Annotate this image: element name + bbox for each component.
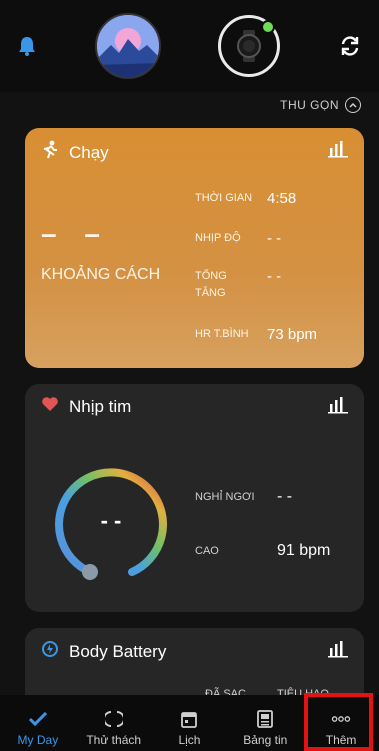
nav-more[interactable]: Thêm [309, 709, 373, 747]
connected-indicator [261, 20, 275, 34]
nav-calendar[interactable]: Lịch [157, 709, 221, 747]
stat-ascent: TỔNG TĂNG - - [195, 268, 281, 302]
stat-value: - - [267, 268, 282, 285]
check-icon [28, 709, 48, 729]
stat-value: 4:58 [267, 190, 297, 207]
run-card-title: Chạy [69, 142, 109, 162]
news-icon [255, 709, 275, 729]
stat-pace: NHỊP ĐỘ - - [195, 230, 281, 247]
bottom-nav: My Day Thử thách Lịch Bảng tin Thêm [0, 695, 379, 751]
stat-label: TỔNG TĂNG [195, 270, 227, 299]
watch-icon [237, 30, 261, 62]
more-icon [331, 709, 351, 729]
nav-news-feed[interactable]: Bảng tin [233, 709, 297, 747]
run-card-header: Chạy [41, 140, 109, 165]
heart-card-title: Nhịp tim [69, 396, 132, 416]
running-icon [41, 140, 59, 165]
hr-stat-label: NGHỈ NGƠI [195, 491, 255, 503]
heart-rate-current: - - [100, 508, 122, 533]
collapse-label: THU GỌN [280, 98, 339, 112]
app-screen: THU GỌN Chạy – – KHOẢNG CÁCH THỜI GIAN 4… [0, 0, 379, 751]
hr-stat-label: CAO [195, 545, 219, 557]
bell-icon[interactable] [16, 35, 38, 57]
sync-icon[interactable] [337, 33, 363, 59]
resting-hr: NGHỈ NGƠI - - [195, 488, 292, 506]
heart-card-header: Nhịp tim [41, 396, 131, 417]
avatar[interactable] [95, 13, 161, 79]
nav-label: Thử thách [86, 733, 142, 747]
device-status[interactable] [218, 15, 280, 77]
laurel-icon [104, 709, 124, 729]
heart-icon [41, 396, 59, 417]
stat-label: HR T.BÌNH [195, 328, 249, 340]
nav-label: Thêm [325, 733, 357, 747]
stat-label: NHỊP ĐỘ [195, 232, 241, 244]
stat-time: THỜI GIAN 4:58 [195, 190, 296, 207]
high-hr: CAO 91 bpm [195, 542, 330, 560]
battery-card-header: Body Battery [41, 640, 166, 663]
hr-stat-value: - - [277, 488, 293, 505]
nav-label: My Day [17, 733, 59, 747]
hr-stat-value: 91 bpm [277, 542, 331, 559]
nav-challenges[interactable]: Thử thách [82, 709, 146, 747]
run-card[interactable]: Chạy – – KHOẢNG CÁCH THỜI GIAN 4:58 NHỊP… [25, 128, 364, 368]
stat-value: - - [267, 230, 282, 247]
battery-card-title: Body Battery [69, 641, 167, 661]
nav-my-day[interactable]: My Day [6, 709, 70, 747]
calendar-icon [179, 709, 199, 729]
distance-value: – – [41, 218, 110, 249]
body-battery-icon [41, 640, 59, 663]
top-bar [0, 0, 379, 92]
stat-avg-hr: HR T.BÌNH 73 bpm [195, 326, 317, 343]
heart-rate-card[interactable]: Nhịp tim - - NGHỈ NGƠI - - CAO 91 bpm [25, 384, 364, 612]
collapse-button[interactable]: THU GỌN [280, 97, 361, 113]
bar-chart-icon[interactable] [328, 640, 348, 658]
stat-value: 73 bpm [267, 326, 318, 343]
bar-chart-icon[interactable] [328, 396, 348, 414]
stat-label: THỜI GIAN [195, 192, 253, 204]
bar-chart-icon[interactable] [328, 140, 348, 158]
heart-rate-gauge: - - [50, 464, 172, 586]
chevron-up-icon [345, 97, 361, 113]
distance-label: KHOẢNG CÁCH [41, 266, 161, 283]
nav-label: Bảng tin [243, 733, 288, 747]
nav-label: Lịch [178, 733, 201, 747]
